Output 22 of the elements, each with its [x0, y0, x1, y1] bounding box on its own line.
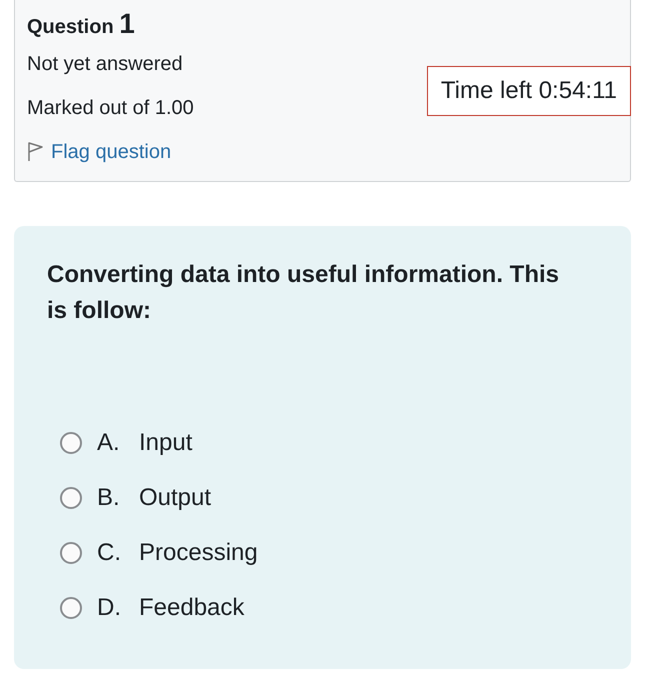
radio-button[interactable] — [60, 542, 82, 564]
option-letter: D. — [97, 594, 122, 622]
answer-option[interactable]: D. Feedback — [60, 580, 244, 635]
question-heading: Question 1 — [27, 7, 136, 41]
option-label: Output — [139, 484, 212, 512]
time-left-timer: Time left 0:54:11 — [426, 66, 631, 116]
option-letter: B. — [97, 484, 121, 512]
option-label: Input — [139, 428, 192, 456]
marks-text: Marked out of 1.00 — [27, 96, 194, 121]
question-text: Converting data into useful information. This is follow: — [47, 260, 560, 326]
option-label: Processing — [139, 538, 258, 566]
radio-button[interactable] — [60, 432, 82, 454]
radio-button[interactable] — [60, 486, 82, 508]
option-letter: C. — [97, 538, 122, 566]
option-letter: A. — [97, 428, 121, 456]
option-label: Feedback — [139, 594, 244, 622]
flag-question-link[interactable]: Flag question — [51, 140, 172, 164]
answer-option[interactable]: A. Input — [60, 415, 192, 470]
answer-option[interactable]: B. Output — [60, 470, 212, 525]
answer-option[interactable]: C. Processing — [60, 525, 258, 580]
radio-button[interactable] — [60, 596, 82, 618]
answer-status: Not yet answered — [27, 52, 184, 77]
